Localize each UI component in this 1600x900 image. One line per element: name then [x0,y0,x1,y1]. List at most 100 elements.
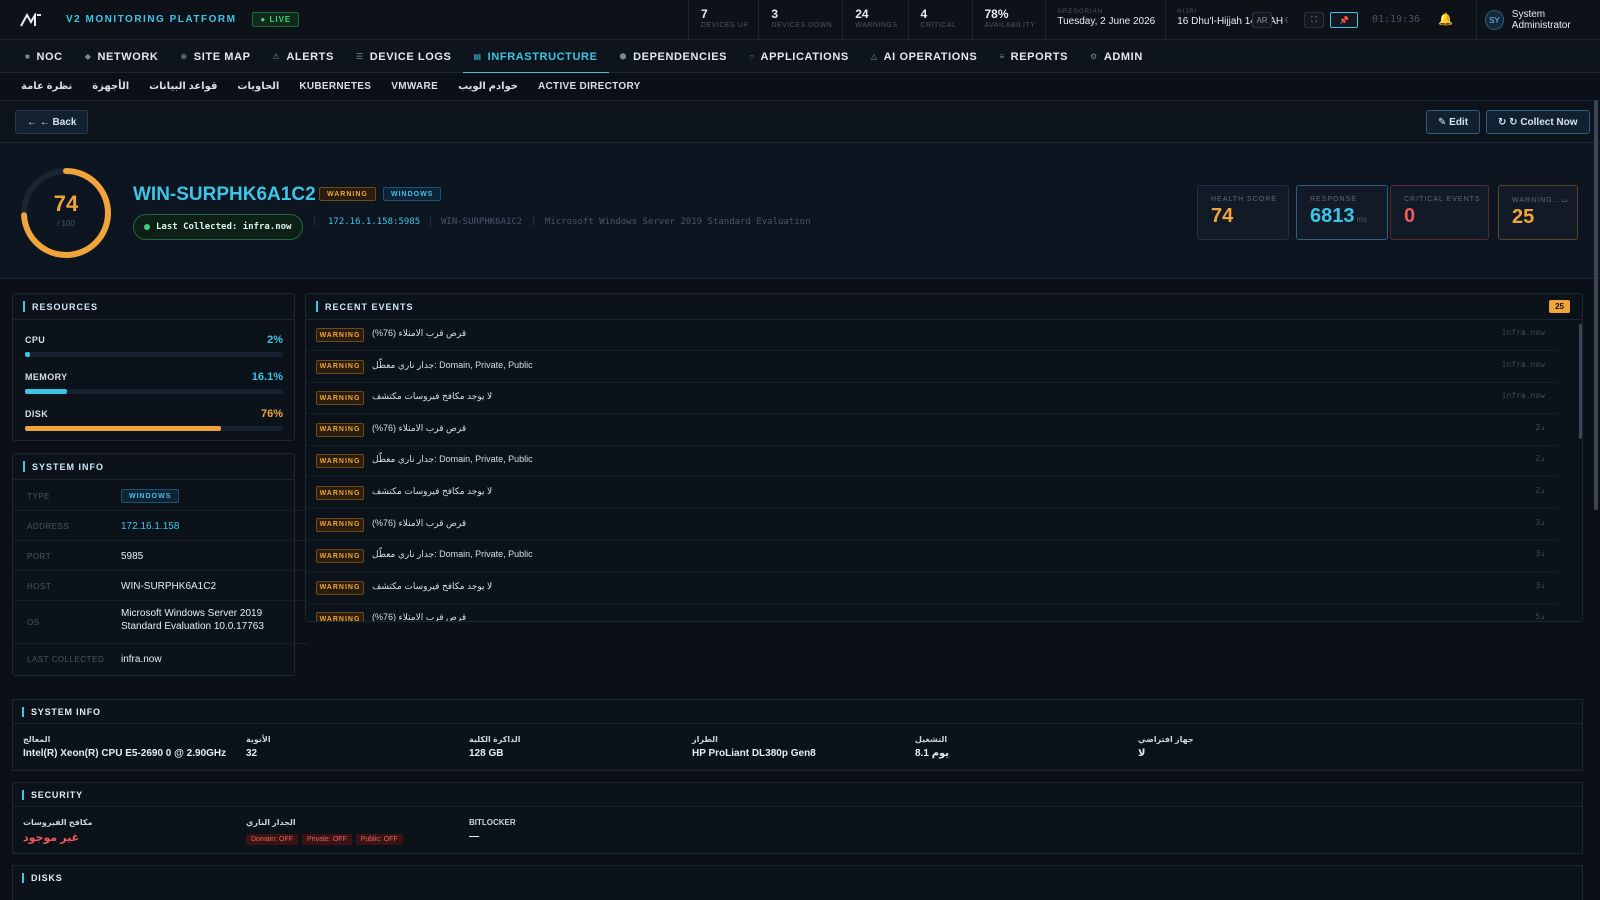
security-section-title: SECURITY [13,783,1582,807]
subnav-databases[interactable]: قواعد البيانات [139,81,227,92]
diamond-icon: ◆ [84,52,92,61]
server-icon: ▤ [473,52,482,61]
hexagon-icon: ⬢ [619,52,628,61]
event-row[interactable]: WARNING قرص قرب الامتلاء (76%) 3د [306,510,1559,541]
nav-applications[interactable]: ○ APPLICATIONS [738,41,860,73]
firewall-public-badge: Public: OFF [355,834,403,845]
event-row[interactable]: WARNING جدار ناري معطّل: Domain, Private,… [306,446,1559,478]
gregorian-date: GREGORIAN Tuesday, 2 June 2026 [1045,0,1165,40]
circle-icon: ○ [749,52,755,61]
main-nav: ■ NOC ◆ NETWORK ⊕ SITE MAP ⚠ ALERTS ☰ DEVICE … [0,41,1600,74]
stat-availability[interactable]: 78% AVAILABILITY [971,0,1046,40]
info-row-host: HOST WIN-SURPHK6A1C2 [13,571,309,601]
nav-infrastructure[interactable]: ▤ INFRASTRUCTURE [462,41,609,74]
user-menu[interactable]: SY System Administrator [1476,0,1600,40]
top-bar: V2 MONITORING PLATFORM ● LIVE 7 DEVICES U… [0,0,1600,40]
globe-icon: ⊕ [180,52,188,61]
back-button[interactable]: ← ← Back [15,110,89,134]
kpi-health-score: HEALTH SCORE 74 [1197,185,1289,240]
resource-disk: DISK 76% [25,408,283,431]
event-level-badge: WARNING [316,612,364,621]
edit-button[interactable]: ✎ Edit [1426,110,1481,134]
nav-admin[interactable]: ⚙ ADMIN [1079,41,1154,73]
os-type-badge: WINDOWS [383,187,442,201]
nav-network[interactable]: ◆ NETWORK [74,41,170,73]
nav-device-logs[interactable]: ☰ DEVICE LOGS [345,41,463,73]
info-cpu: المعالج Intel(R) Xeon(R) CPU E5-2690 0 @ … [23,735,227,759]
event-time: 3د [1535,580,1545,590]
report-icon: ≡ [999,52,1005,61]
list-icon: ☰ [355,52,364,61]
event-level-badge: WARNING [316,454,364,469]
event-message: لا يوجد مكافح فيروسات مكتشف [372,391,493,402]
event-row[interactable]: WARNING قرص قرب الامتلاء (76%) infra.now [306,320,1559,351]
pin-icon[interactable]: 📌 [1330,12,1358,28]
event-time: 2د [1535,454,1545,464]
notification-bell-icon[interactable]: 🔔 [1438,12,1453,26]
subnav-devices[interactable]: الأجهزة [82,81,139,92]
security-antivirus: مكافح الفيروسات غير موجود [23,818,93,844]
nav-noc[interactable]: ■ NOC [14,41,74,73]
info-total-memory: الذاكرة الكلية 128 GB [469,735,521,759]
action-bar: ← ← Back ✎ Edit ↻ ↻ Collect Now [0,100,1600,143]
host-name: WIN-SURPHK6A1C2 [133,184,316,205]
collect-now-button[interactable]: ↻ ↻ Collect Now [1486,110,1590,134]
stat-devices-down[interactable]: 3 DEVICES DOWN [758,0,842,40]
event-row[interactable]: WARNING جدار ناري معطّل: Domain, Private,… [306,352,1559,383]
event-row[interactable]: WARNING لا يوجد مكافح فيروسات مكتشف 2د [306,478,1559,509]
subnav-active-directory[interactable]: ACTIVE DIRECTORY [528,81,651,92]
nav-alerts[interactable]: ⚠ ALERTS [262,41,345,73]
event-message: لا يوجد مكافح فيروسات مكتشف [372,580,493,591]
host-os-meta: Microsoft Windows Server 2019 Standard E… [545,217,811,227]
event-row[interactable]: WARNING جدار ناري معطّل: Domain, Private,… [306,541,1559,573]
hijri-date: HIJRI 16 Dhu'l-Hijjah 1447 AH [1165,0,1293,40]
event-level-badge: WARNING [316,359,364,374]
system-info-section-title: SYSTEM INFO [13,700,1582,724]
theme-toggle-icon[interactable]: ☾ [1278,12,1298,28]
stat-critical[interactable]: 4 CRITICAL [907,0,972,40]
disk-bar [25,426,222,431]
subnav-vmware[interactable]: VMWARE [381,81,448,92]
event-row[interactable]: WARNING لا يوجد مكافح فيروسات مكتشف 3د [306,573,1559,604]
event-time: 3د [1535,517,1545,527]
stat-devices-up[interactable]: 7 DEVICES UP [688,0,758,40]
event-message: قرص قرب الامتلاء (76%) [372,517,467,528]
resources-title: RESOURCES [13,294,294,320]
security-firewall: الجدار الناري Domain: OFF Private: OFF Pub… [246,818,407,845]
event-row[interactable]: WARNING قرص قرب الامتلاء (76%) 2د [306,415,1559,446]
meta-separator: | [312,217,318,227]
firewall-domain-badge: Domain: OFF [246,834,299,845]
event-row[interactable]: WARNING لا يوجد مكافح فيروسات مكتشف infra.… [306,383,1559,415]
event-level-badge: WARNING [316,549,364,564]
recent-events-title: RECENT EVENTS [306,294,1582,320]
subnav-kubernetes[interactable]: KUBERNETES [289,81,381,92]
info-row-address: ADDRESS 172.16.1.158 [13,511,309,541]
subnav-overview[interactable]: نظرة عامة [11,81,82,92]
fullscreen-icon[interactable]: ⛶ [1304,12,1324,28]
firewall-private-badge: Private: OFF [302,834,352,845]
nav-reports[interactable]: ≡ REPORTS [988,41,1079,73]
resource-cpu: CPU 2% [25,334,283,357]
square-icon: ■ [25,52,31,61]
stat-warnings[interactable]: 24 WARNINGS [842,0,907,40]
nav-ai-operations[interactable]: △ AI OPERATIONS [860,41,989,73]
subnav-containers[interactable]: الحاويات [227,81,289,92]
event-list: WARNING قرص قرب الامتلاء (76%) infra.now WA… [306,320,1571,621]
info-row-last-collected: LAST COLLECTED infra.now [27,654,162,665]
page-scrollbar[interactable] [1594,100,1598,510]
event-message: جدار ناري معطّل: Domain, Private, Public [372,359,533,370]
health-score-value: 74 [53,191,79,216]
brand-logo[interactable] [20,10,42,27]
event-row[interactable]: WARNING قرص قرب الامتلاء (76%) 5د [306,604,1559,621]
event-time: infra.now [1501,391,1545,401]
nav-dependencies[interactable]: ⬢ DEPENDENCIES [609,41,739,73]
subnav-web-servers[interactable]: خوادم الويب [448,81,528,92]
clock: 01:19:36 [1372,14,1421,25]
events-scrollbar[interactable] [1579,324,1582,439]
disks-section: DISKS [12,865,1583,900]
alert-icon: ⚠ [272,52,281,61]
nav-site-map[interactable]: ⊕ SITE MAP [169,41,261,73]
event-level-badge: WARNING [316,517,364,532]
language-toggle-button[interactable]: AR [1252,12,1272,28]
security-bitlocker: BITLOCKER — [469,818,516,842]
